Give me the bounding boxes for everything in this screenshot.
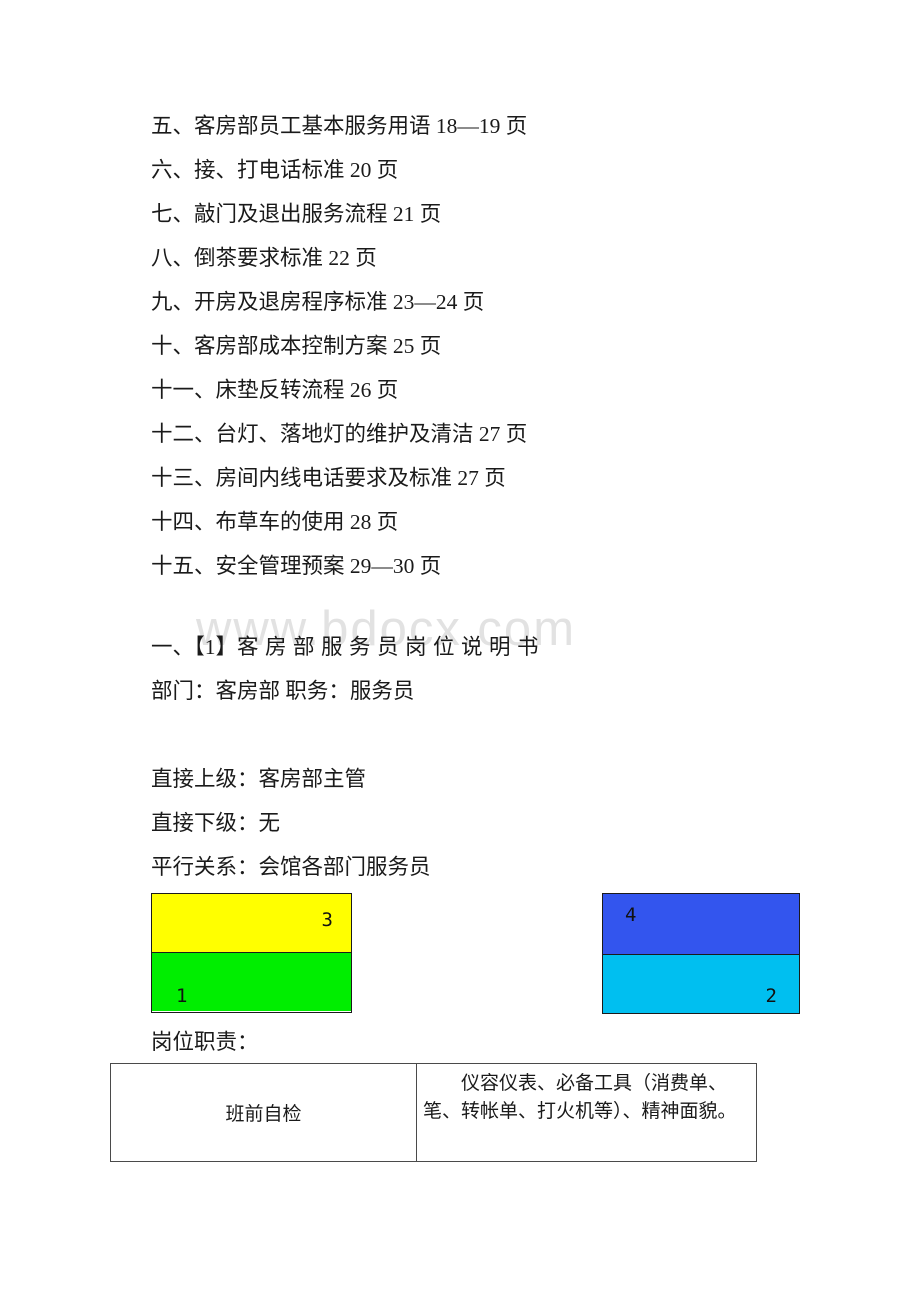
- section-title-prefix: 一、【1】: [151, 635, 238, 659]
- diagram-cell-number: 1: [176, 985, 188, 1007]
- toc-entry: 五、客房部员工基本服务用语 18—19 页: [151, 114, 528, 138]
- duties-item-cell: 班前自检: [110, 1063, 417, 1162]
- toc-entry: 十一、床垫反转流程 26 页: [151, 378, 399, 402]
- relation-subordinate: 直接下级：无: [151, 811, 281, 835]
- diagram-group-left: 3 1: [151, 893, 352, 1013]
- toc-entry: 七、敲门及退出服务流程 21 页: [151, 202, 442, 226]
- section-title-main: 客房部服务员岗位说明书: [237, 635, 546, 659]
- toc-entry: 十、客房部成本控制方案 25 页: [151, 334, 442, 358]
- relation-peer: 平行关系：会馆各部门服务员: [151, 855, 431, 879]
- duties-detail-cell: 仪容仪表、必备工具（消费单、笔、转帐单、打火机等）、精神面貌。: [416, 1063, 757, 1162]
- document-page: www.bdocx.com 五、客房部员工基本服务用语 18—19 页 六、接、…: [0, 0, 920, 1302]
- toc-entry: 九、开房及退房程序标准 23—24 页: [151, 290, 485, 314]
- diagram-cell-green: 1: [152, 953, 351, 1011]
- toc-entry: 八、倒茶要求标准 22 页: [151, 246, 377, 270]
- relations-block: 直接上级：客房部主管 直接下级：无 平行关系：会馆各部门服务员: [151, 757, 851, 889]
- diagram-cell-blue: 4: [603, 894, 799, 955]
- diagram-cell-number: 3: [321, 909, 333, 931]
- diagram-group-right: 4 2: [602, 893, 800, 1014]
- relation-superior: 直接上级：客房部主管: [151, 767, 367, 791]
- toc-entry: 十四、布草车的使用 28 页: [151, 510, 399, 534]
- diagram-cell-cyan: 2: [603, 955, 799, 1013]
- toc-entry: 十五、安全管理预案 29—30 页: [151, 554, 442, 578]
- table-row: 班前自检 仪容仪表、必备工具（消费单、笔、转帐单、打火机等）、精神面貌。: [110, 1063, 757, 1162]
- diagram-cell-number: 4: [625, 904, 637, 926]
- section-subtitle: 部门：客房部 职务：服务员: [151, 679, 415, 703]
- section-title: 一、【1】客房部服务员岗位说明书: [151, 625, 851, 669]
- duties-table: 班前自检 仪容仪表、必备工具（消费单、笔、转帐单、打火机等）、精神面貌。: [110, 1063, 757, 1162]
- toc-entry: 十二、台灯、落地灯的维护及清洁 27 页: [151, 422, 528, 446]
- diagram-cell-number: 2: [765, 985, 777, 1007]
- toc-entry: 十三、房间内线电话要求及标准 27 页: [151, 466, 506, 490]
- diagram-cell-yellow: 3: [152, 894, 351, 953]
- duties-label: 岗位职责：: [151, 1030, 259, 1054]
- section-heading-block: 一、【1】客房部服务员岗位说明书 部门：客房部 职务：服务员: [151, 625, 851, 713]
- toc-entry: 六、接、打电话标准 20 页: [151, 158, 399, 182]
- color-block-diagram: 3 1 4 2: [0, 893, 920, 1015]
- table-of-contents: 五、客房部员工基本服务用语 18—19 页 六、接、打电话标准 20 页 七、敲…: [151, 104, 851, 588]
